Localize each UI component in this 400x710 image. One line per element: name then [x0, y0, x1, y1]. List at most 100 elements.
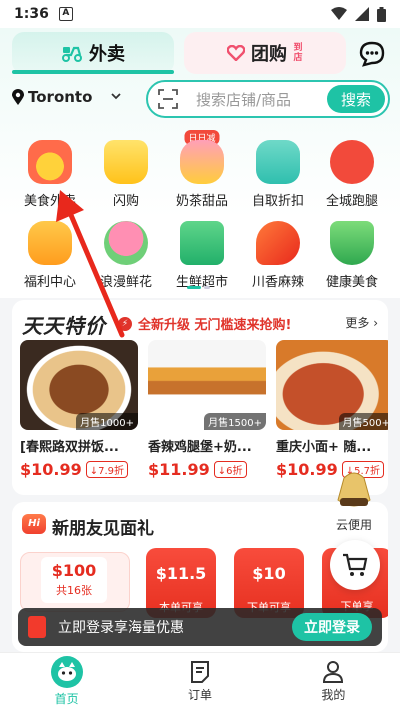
deal-price: $11.99 [148, 460, 210, 479]
coupon-bundle-inner: $100 共16张 [41, 557, 107, 603]
daily-deals-card: 天天特价 ⚡ 全新升级 无门槛速来抢购! 更多 › 月售1000+ [春熙路双拼… [12, 300, 388, 495]
search-box[interactable]: 搜索店铺/商品 搜索 [146, 80, 390, 118]
category-label: 美食外卖 [23, 194, 76, 209]
category-ziqu[interactable]: 自取折扣 [238, 140, 318, 209]
deal-image: 月售1500+ [148, 340, 266, 430]
gift-bag-icon [28, 221, 72, 265]
deal-price: $10.99 [20, 460, 82, 479]
status-time: 1:36 [14, 6, 49, 22]
coupon-amount: $11.5 [155, 564, 207, 583]
category-label: 全城跑腿 [325, 194, 378, 209]
message-icon[interactable] [358, 40, 386, 68]
lightning-icon: ⚡ [118, 316, 132, 331]
deals-more-link[interactable]: 更多 › [345, 314, 378, 331]
coupon-bundle-amount: $100 [51, 561, 97, 580]
status-bar: 1:36 A [0, 0, 400, 28]
deal-item[interactable]: 月售500+ 重庆小面+ 随... $10.99 ↓5.7折 [276, 340, 388, 479]
category-naicha[interactable]: 日日减 奶茶甜品 [162, 130, 242, 209]
category-pager [187, 286, 210, 289]
category-label: 闪购 [112, 194, 139, 209]
vip-floating-badge[interactable]: 云便用 [322, 470, 386, 532]
promo-title: 新朋友见面礼 [52, 519, 154, 539]
login-promo-bar[interactable]: 立即登录享海量优惠 立即登录 [18, 608, 382, 646]
deals-more-label: 更多 [345, 316, 370, 330]
red-envelope-icon [28, 616, 46, 638]
deal-image: 月售500+ [276, 340, 388, 430]
tab-waimai[interactable]: 外卖 [12, 32, 174, 74]
category-chuanxiang[interactable]: 川香麻辣 [238, 221, 318, 290]
nav-home[interactable]: 首页 [0, 653, 133, 710]
category-shangou[interactable]: 闪购 [86, 140, 166, 209]
deal-sales: 月售1500+ [204, 413, 266, 430]
chevron-down-icon [111, 93, 122, 100]
search-input[interactable]: 搜索店铺/商品 [196, 89, 291, 110]
hi-logo-icon: Hi [22, 514, 46, 534]
category-meishi[interactable]: 美食外卖 [10, 140, 90, 209]
category-paotui[interactable]: 全城跑腿 [312, 140, 392, 209]
nav-me[interactable]: 我的 [267, 653, 400, 710]
coupon-amount: $10 [252, 564, 286, 583]
deal-price-row: $10.99 ↓7.9折 [20, 460, 138, 479]
deal-item[interactable]: 月售1500+ 香辣鸡腿堡+奶... $11.99 ↓6折 [148, 340, 266, 479]
tab-tuangou-badge: 到店 [293, 43, 303, 63]
battery-icon [377, 6, 386, 22]
tab-waimai-label: 外卖 [89, 44, 125, 65]
deal-name: 香辣鸡腿堡+奶... [148, 440, 252, 455]
login-button[interactable]: 立即登录 [292, 613, 372, 641]
deal-name: [春熙路双拼饭... [20, 440, 119, 455]
category-label: 福利中心 [23, 275, 76, 290]
location-selector[interactable]: Toronto [12, 88, 122, 106]
deal-image: 月售1000+ [20, 340, 138, 430]
category-label: 奶茶甜品 [175, 194, 228, 209]
category-label: 健康美食 [325, 275, 378, 290]
deal-sales: 月售1000+ [76, 413, 138, 430]
nav-orders-label: 订单 [187, 688, 212, 702]
top-tabs: 外卖 团购 到店 [12, 32, 346, 74]
wifi-icon [331, 7, 347, 20]
flower-icon [104, 221, 148, 265]
notification-a-icon: A [58, 7, 73, 21]
category-label: 自取折扣 [251, 194, 304, 209]
scooter-icon [62, 46, 82, 62]
deal-price-row: $11.99 ↓6折 [148, 460, 266, 479]
deal-name: 重庆小面+ 随... [276, 440, 372, 455]
nav-me-label: 我的 [321, 688, 346, 702]
orders-icon [190, 661, 209, 683]
gold-bag-icon [337, 472, 371, 507]
tab-tuangou-label: 团购 [251, 44, 287, 65]
deals-subtitle: ⚡ 全新升级 无门槛速来抢购! [118, 314, 291, 333]
bottom-nav: 首页 订单 我的 [0, 652, 400, 710]
food-delivery-icon [28, 140, 72, 184]
deal-item[interactable]: 月售1000+ [春熙路双拼饭... $10.99 ↓7.9折 [20, 340, 138, 479]
cart-button[interactable] [330, 540, 380, 590]
deal-discount: ↓6折 [213, 461, 247, 478]
pickup-discount-icon [256, 140, 300, 184]
deal-discount: ↓7.9折 [85, 461, 129, 478]
deals-title: 天天特价 [22, 314, 106, 338]
category-label: 浪漫鲜花 [99, 275, 152, 290]
vip-label: 云便用 [335, 518, 372, 532]
category-shengxian[interactable]: 生鲜超市 [162, 221, 242, 290]
deals-subtitle-text: 全新升级 无门槛速来抢购! [138, 318, 292, 333]
search-button[interactable]: 搜索 [327, 85, 385, 113]
nav-home-label: 首页 [54, 692, 79, 706]
category-jiankang[interactable]: 健康美食 [312, 221, 392, 290]
nav-orders[interactable]: 订单 [133, 653, 266, 710]
category-fuli[interactable]: 福利中心 [10, 221, 90, 290]
user-icon [323, 661, 344, 683]
tab-tuangou[interactable]: 团购 到店 [184, 32, 346, 74]
chevron-right-icon: › [373, 316, 378, 330]
home-mascot-icon [50, 656, 83, 688]
heart-icon [227, 45, 245, 61]
category-xianhua[interactable]: 浪漫鲜花 [86, 221, 166, 290]
scan-icon[interactable] [158, 89, 178, 109]
deal-sales: 月售500+ [338, 413, 388, 430]
coupon-bundle-count: 共16张 [56, 584, 92, 597]
login-promo-text: 立即登录享海量优惠 [58, 620, 184, 636]
milk-tea-icon [180, 140, 224, 184]
shopping-cart-icon [180, 221, 224, 265]
coupon-bundle[interactable]: $100 共16张 [20, 552, 130, 612]
salad-bowl-icon [330, 221, 374, 265]
chili-pepper-icon [256, 221, 300, 265]
cart-icon [343, 553, 368, 576]
